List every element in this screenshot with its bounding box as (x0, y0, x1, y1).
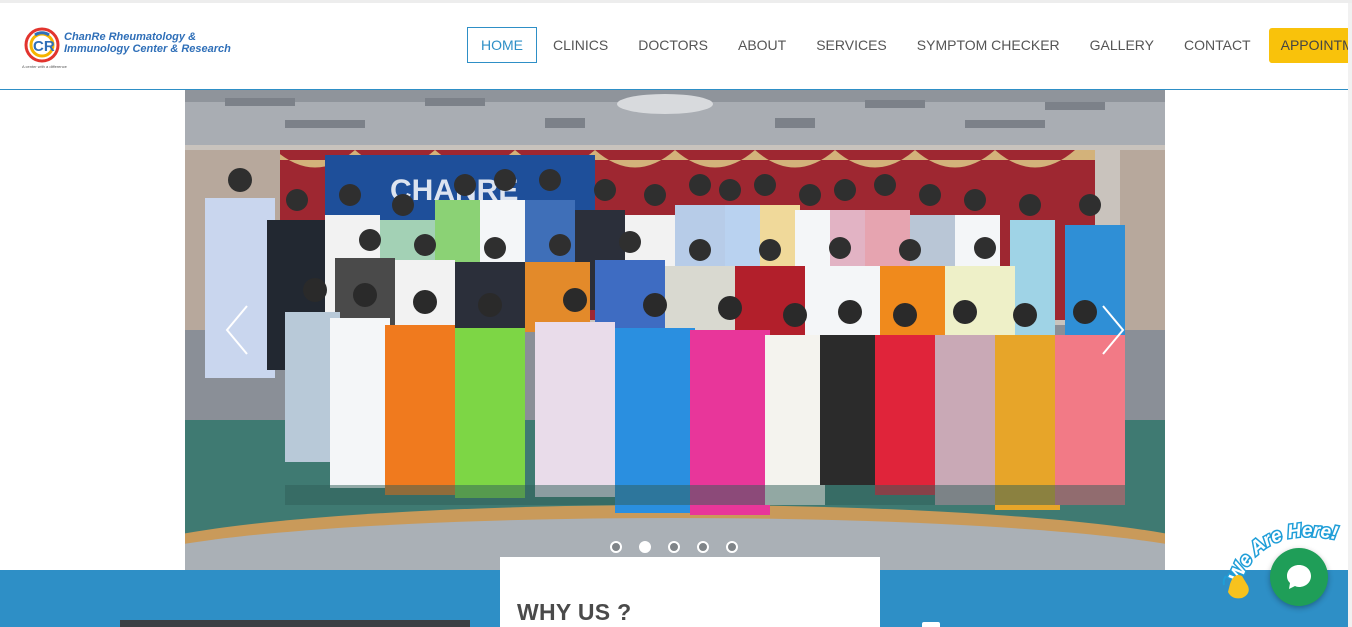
why-us-heading: WHY US ? (517, 599, 632, 625)
feature-image (120, 620, 470, 627)
page-scrollbar[interactable] (1348, 3, 1352, 627)
nav-clinics[interactable]: CLINICS (539, 27, 622, 63)
carousel-dot-active[interactable] (639, 541, 651, 553)
nav-about[interactable]: ABOUT (724, 27, 800, 63)
carousel-next[interactable] (1097, 300, 1127, 360)
feature-icon (922, 622, 940, 627)
nav-contact[interactable]: CONTACT (1170, 27, 1265, 63)
why-us-card: WHY US ? (500, 557, 880, 627)
logo-mark-icon: CR (24, 27, 60, 63)
carousel-prev[interactable] (223, 300, 253, 360)
brand-tagline: A center with a difference (22, 64, 67, 69)
carousel-dot[interactable] (697, 541, 709, 553)
carousel-dot[interactable] (726, 541, 738, 553)
chat-widget-button[interactable] (1270, 548, 1328, 606)
nav-services[interactable]: SERVICES (802, 27, 901, 63)
nav-symptom-checker[interactable]: SYMPTOM CHECKER (903, 27, 1074, 63)
chevron-left-icon (225, 305, 248, 355)
carousel-indicators (610, 541, 738, 553)
svg-text:CR: CR (33, 38, 55, 55)
group-photo: CHANRE (185, 90, 1165, 570)
carousel-dot[interactable] (610, 541, 622, 553)
appointment-button[interactable]: APPOINTMENT (1268, 27, 1352, 63)
chevron-right-icon (1102, 305, 1125, 355)
brand-logo[interactable]: CR ChanRe Rheumatology & Immunology Cent… (20, 25, 270, 73)
site-header: CR ChanRe Rheumatology & Immunology Cent… (0, 3, 1352, 90)
carousel-dot[interactable] (668, 541, 680, 553)
nav-home[interactable]: HOME (467, 27, 537, 63)
hero-carousel: CHANRE (185, 90, 1165, 570)
brand-name: ChanRe Rheumatology & Immunology Center … (64, 31, 231, 55)
chat-bubble-icon (1287, 565, 1311, 589)
nav-gallery[interactable]: GALLERY (1076, 27, 1168, 63)
nav-doctors[interactable]: DOCTORS (624, 27, 722, 63)
main-nav: HOME CLINICS DOCTORS ABOUT SERVICES SYMP… (467, 27, 1352, 63)
